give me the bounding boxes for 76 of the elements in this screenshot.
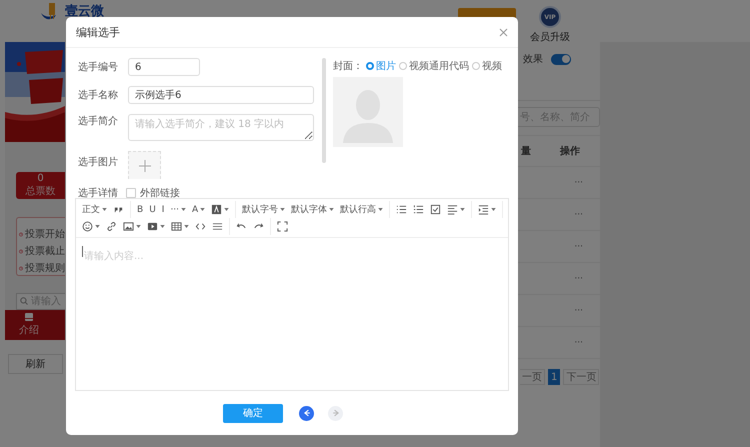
plus-icon [138,160,150,172]
field-label: 选手详情 [78,186,119,200]
fullscreen-icon [277,221,288,232]
more-button[interactable]: ··· [574,242,583,252]
text-area[interactable]: 请输入选手简介，建议 18 字以内 [128,114,314,141]
refresh-button[interactable]: 刷新 [8,354,63,374]
clock-icon [19,230,23,238]
video-icon [147,221,158,232]
toolbar-button[interactable]: I [158,201,168,218]
book-icon [24,312,34,322]
toggle-label: 效果 [523,53,543,66]
highlight-icon [211,204,222,215]
avatar-placeholder [333,77,403,147]
checkbox-list-icon [430,204,442,215]
info-text: 投票截止 [25,244,65,258]
cover-label: 封面： [333,60,363,73]
toolbar-button[interactable]: 默认字体 [288,201,338,218]
close-icon [499,28,508,36]
clock-icon [19,248,23,255]
dialog-title: 编辑选手 [76,24,120,40]
more-button[interactable]: ··· [574,210,583,220]
toolbar-button[interactable]: 默认字号 [239,201,288,218]
radio-button[interactable] [399,62,407,70]
checkbox-label: 外部链接 [140,186,180,200]
toolbar-button[interactable]: B [134,201,146,218]
toolbar-button[interactable]: 默认行高 [337,201,386,218]
field-label: 选手编号 [78,60,119,74]
close-button[interactable] [499,28,508,36]
input-field[interactable]: 6 [128,58,200,76]
column-header: 操作 [560,144,580,158]
indent-icon [478,204,490,215]
toolbar-button[interactable]: 正文 [79,201,110,218]
page-button[interactable]: 1 [548,369,560,385]
more-button[interactable]: ··· [574,338,583,348]
logo-text: 壹云微 [65,3,104,20]
page-button[interactable]: 下一页 [563,369,600,385]
tab[interactable]: 介绍 [19,312,39,337]
vip-label[interactable]: 会员升级 [530,30,570,44]
toggle-switch[interactable] [551,54,571,64]
field-label: 选手简介 [78,114,119,128]
smiley-icon [82,221,93,232]
numbered-list-icon [413,204,424,215]
stat-label: 总票数 [26,184,56,198]
confirm-button[interactable]: 确定 [223,404,283,422]
input-field[interactable]: 示例选手6 [128,86,314,104]
link-icon [106,221,117,232]
info-text: 投票开始 [25,228,65,242]
toolbar-button[interactable]: ··· [167,201,190,218]
horizontal-rule-icon [212,221,223,232]
radio-label: 视频 [482,60,502,73]
align-icon [447,204,458,215]
bullet-list-icon [396,204,408,215]
toolbar-button[interactable]: A [189,201,208,218]
table-icon [171,221,182,232]
image-icon [123,221,134,232]
back-button[interactable] [299,406,314,420]
radio-button[interactable] [366,62,374,70]
text-cursor [82,246,83,257]
info-text: 投票规则 [25,262,65,276]
more-button[interactable]: ··· [574,274,583,284]
stat-value: 0 [37,173,44,184]
more-button[interactable]: ··· [574,306,583,316]
radio-button[interactable] [472,62,480,70]
checkbox[interactable] [126,188,136,198]
toolbar-button[interactable]: U [146,201,159,218]
page-button[interactable]: 一页 [520,369,545,385]
more-button[interactable]: ··· [574,178,583,188]
scrollbar[interactable] [322,58,326,163]
code-icon [195,221,206,232]
column-header: 量 [521,145,531,158]
search-icon [20,297,28,306]
radio-label: 视频通用代码 [409,60,469,73]
field-label: 选手图片 [78,156,119,169]
field-label: 选手名称 [78,88,119,102]
radio-label: 图片 [376,60,396,73]
clock-icon [19,264,23,272]
